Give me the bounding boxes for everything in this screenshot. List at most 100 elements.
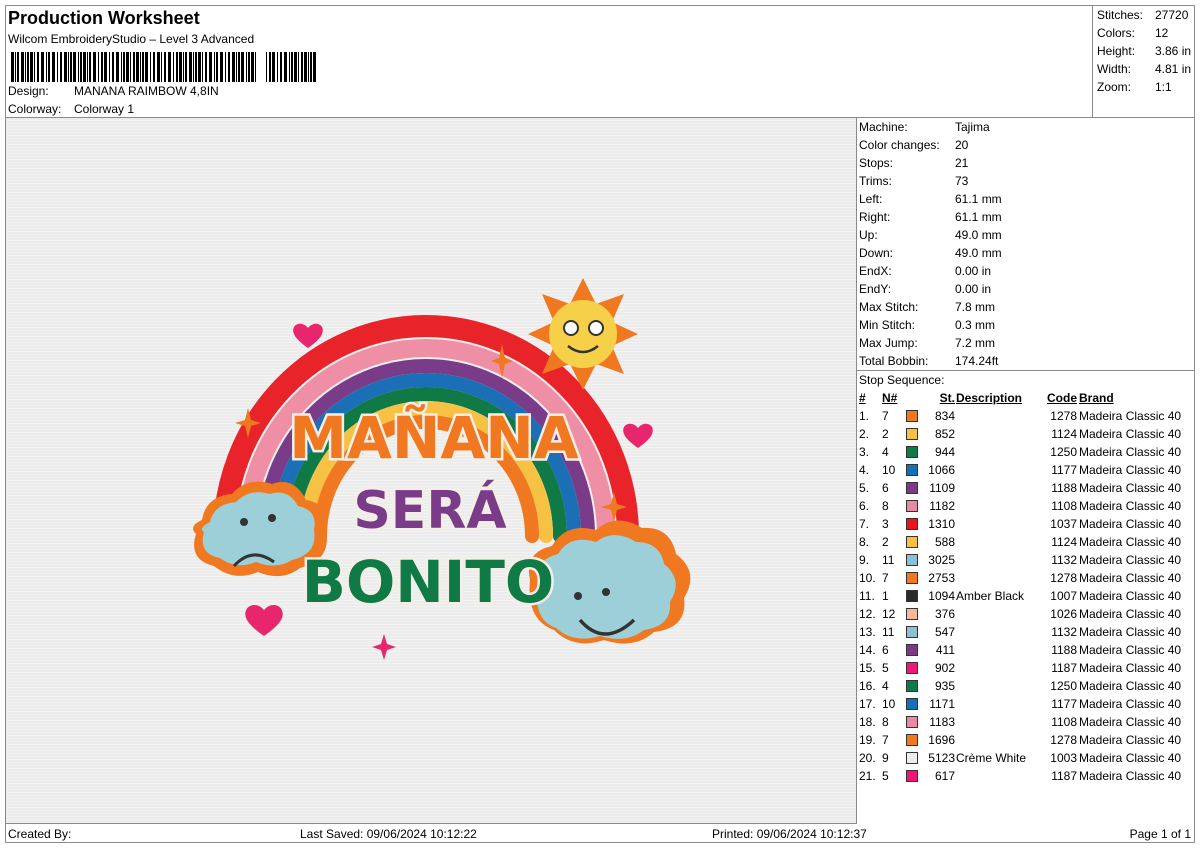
stitch-count: 5123: [928, 751, 955, 765]
machine-row: EndY: 0.00 in: [859, 282, 992, 296]
thread-code: 1132: [1051, 553, 1077, 567]
stitch-count: 1182: [929, 499, 955, 513]
color-swatch: [906, 554, 918, 566]
thread-code: 1124: [1051, 535, 1077, 549]
table-row: 2. 2 852 1124 Madeira Classic 40: [857, 425, 1195, 443]
color-swatch: [906, 716, 918, 728]
table-row: 11. 1 1094 Amber Black 1007 Madeira Classic 4…: [857, 587, 1195, 605]
stitch-count: 834: [934, 409, 955, 423]
machine-row: Down: 49.0 mm: [859, 246, 1002, 260]
row-number: 3.: [859, 445, 870, 459]
lettering-line-3: BONITO: [302, 548, 555, 616]
col-brand-header: Brand: [1079, 391, 1114, 405]
machine-row: Color changes: 20: [859, 138, 969, 152]
needle-number: 5: [882, 769, 889, 783]
worksheet-header: Production Worksheet Wilcom EmbroiderySt…: [6, 6, 1092, 118]
thread-brand: Madeira Classic 40: [1079, 499, 1182, 513]
needle-number: 10: [882, 697, 896, 711]
thread-brand: Madeira Classic 40: [1079, 517, 1182, 531]
machine-row: Total Bobbin: 174.24ft: [859, 354, 999, 368]
row-number: 6.: [859, 499, 870, 513]
color-swatch: [906, 410, 918, 422]
color-swatch: [906, 626, 918, 638]
lettering-line-1: MAÑANA: [289, 403, 579, 472]
printed-date: Printed: 09/06/2024 10:12:37: [712, 827, 867, 841]
thread-code: 1250: [1050, 445, 1077, 459]
thread-code: 1177: [1051, 697, 1077, 711]
thread-code: 1187: [1051, 661, 1077, 675]
color-swatch: [906, 644, 918, 656]
thread-brand: Madeira Classic 40: [1079, 607, 1182, 621]
needle-number: 5: [882, 661, 889, 675]
stitch-count: 852: [934, 427, 955, 441]
colorway-row: Colorway: Colorway 1: [8, 102, 134, 116]
color-swatch: [906, 536, 918, 548]
color-swatch: [906, 482, 918, 494]
thread-brand: Madeira Classic 40: [1079, 769, 1182, 783]
machine-row: Min Stitch: 0.3 mm: [859, 318, 996, 332]
table-row: 15. 5 902 1187 Madeira Classic 40: [857, 659, 1195, 677]
design-stats-box: Stitches: 27720 Colors: 12 Height: 3.86 in …: [1092, 6, 1195, 118]
thread-brand: Madeira Classic 40: [1079, 751, 1182, 765]
thread-code: 1177: [1051, 463, 1077, 477]
table-row: 14. 6 411 1188 Madeira Classic 40: [857, 641, 1195, 659]
stitch-count: 1066: [928, 463, 955, 477]
stitch-count: 2753: [928, 571, 955, 585]
stat-row: Height: 3.86 in: [1097, 44, 1192, 58]
stat-row: Zoom: 1:1: [1097, 80, 1172, 94]
thread-code: 1250: [1050, 679, 1077, 693]
thread-code: 1026: [1050, 607, 1077, 621]
row-number: 7.: [859, 517, 870, 531]
row-number: 4.: [859, 463, 870, 477]
col-stitches-header: St.: [939, 391, 955, 405]
stitch-count: 411: [935, 643, 955, 657]
thread-code: 1037: [1050, 517, 1077, 531]
thread-code: 1132: [1051, 625, 1077, 639]
needle-number: 6: [882, 643, 889, 657]
row-number: 11.: [859, 589, 875, 603]
stitch-count: 1183: [929, 715, 955, 729]
table-row: 8. 2 588 1124 Madeira Classic 40: [857, 533, 1195, 551]
table-row: 17. 10 1171 1177 Madeira Classic 40: [857, 695, 1195, 713]
table-row: 5. 6 1109 1188 Madeira Classic 40: [857, 479, 1195, 497]
thread-code: 1278: [1050, 409, 1077, 423]
color-swatch: [906, 464, 918, 476]
stop-sequence-rows: 1. 7 834 1278 Madeira Classic 40 2. 2 852 1124 Ma…: [857, 407, 1195, 785]
stop-sequence-caption: Stop Sequence:: [859, 373, 945, 387]
software-name: Wilcom EmbroideryStudio – Level 3 Advanc…: [8, 32, 255, 46]
thread-code: 1278: [1050, 571, 1077, 585]
lettering-line-2: SERÁ: [353, 480, 506, 541]
needle-number: 9: [882, 751, 889, 765]
page-title: Production Worksheet: [8, 8, 200, 28]
thread-brand: Madeira Classic 40: [1079, 571, 1182, 585]
col-num-header: #: [859, 391, 866, 405]
color-swatch: [906, 680, 918, 692]
row-number: 15.: [859, 661, 876, 675]
color-swatch: [906, 698, 918, 710]
table-row: 3. 4 944 1250 Madeira Classic 40: [857, 443, 1195, 461]
stitch-count: 547: [934, 625, 955, 639]
thread-brand: Madeira Classic 40: [1079, 535, 1182, 549]
table-row: 4. 10 1066 1177 Madeira Classic 40: [857, 461, 1195, 479]
stitch-count: 1094: [928, 589, 955, 603]
row-number: 1.: [859, 409, 870, 423]
thread-brand: Madeira Classic 40: [1079, 733, 1182, 747]
stitch-count: 617: [934, 769, 955, 783]
table-row: 13. 11 547 1132 Madeira Classic 40: [857, 623, 1195, 641]
table-row: 19. 7 1696 1278 Madeira Classic 40: [857, 731, 1195, 749]
row-number: 17.: [859, 697, 876, 711]
machine-row: Stops: 21: [859, 156, 969, 170]
needle-number: 12: [882, 607, 896, 621]
needle-number: 7: [882, 733, 889, 747]
thread-code: 1108: [1051, 499, 1077, 513]
needle-number: 8: [882, 715, 889, 729]
table-row: 20. 9 5123 Crème White 1003 Madeira Classic 4…: [857, 749, 1195, 767]
stitch-count: 376: [934, 607, 955, 621]
color-swatch: [906, 518, 918, 530]
row-number: 5.: [859, 481, 870, 495]
stop-sequence: Stop Sequence: # N# St. Description Code…: [857, 370, 1195, 785]
stitch-count: 1109: [929, 481, 955, 495]
machine-row: EndX: 0.00 in: [859, 264, 992, 278]
needle-number: 10: [882, 463, 896, 477]
row-number: 19.: [859, 733, 876, 747]
